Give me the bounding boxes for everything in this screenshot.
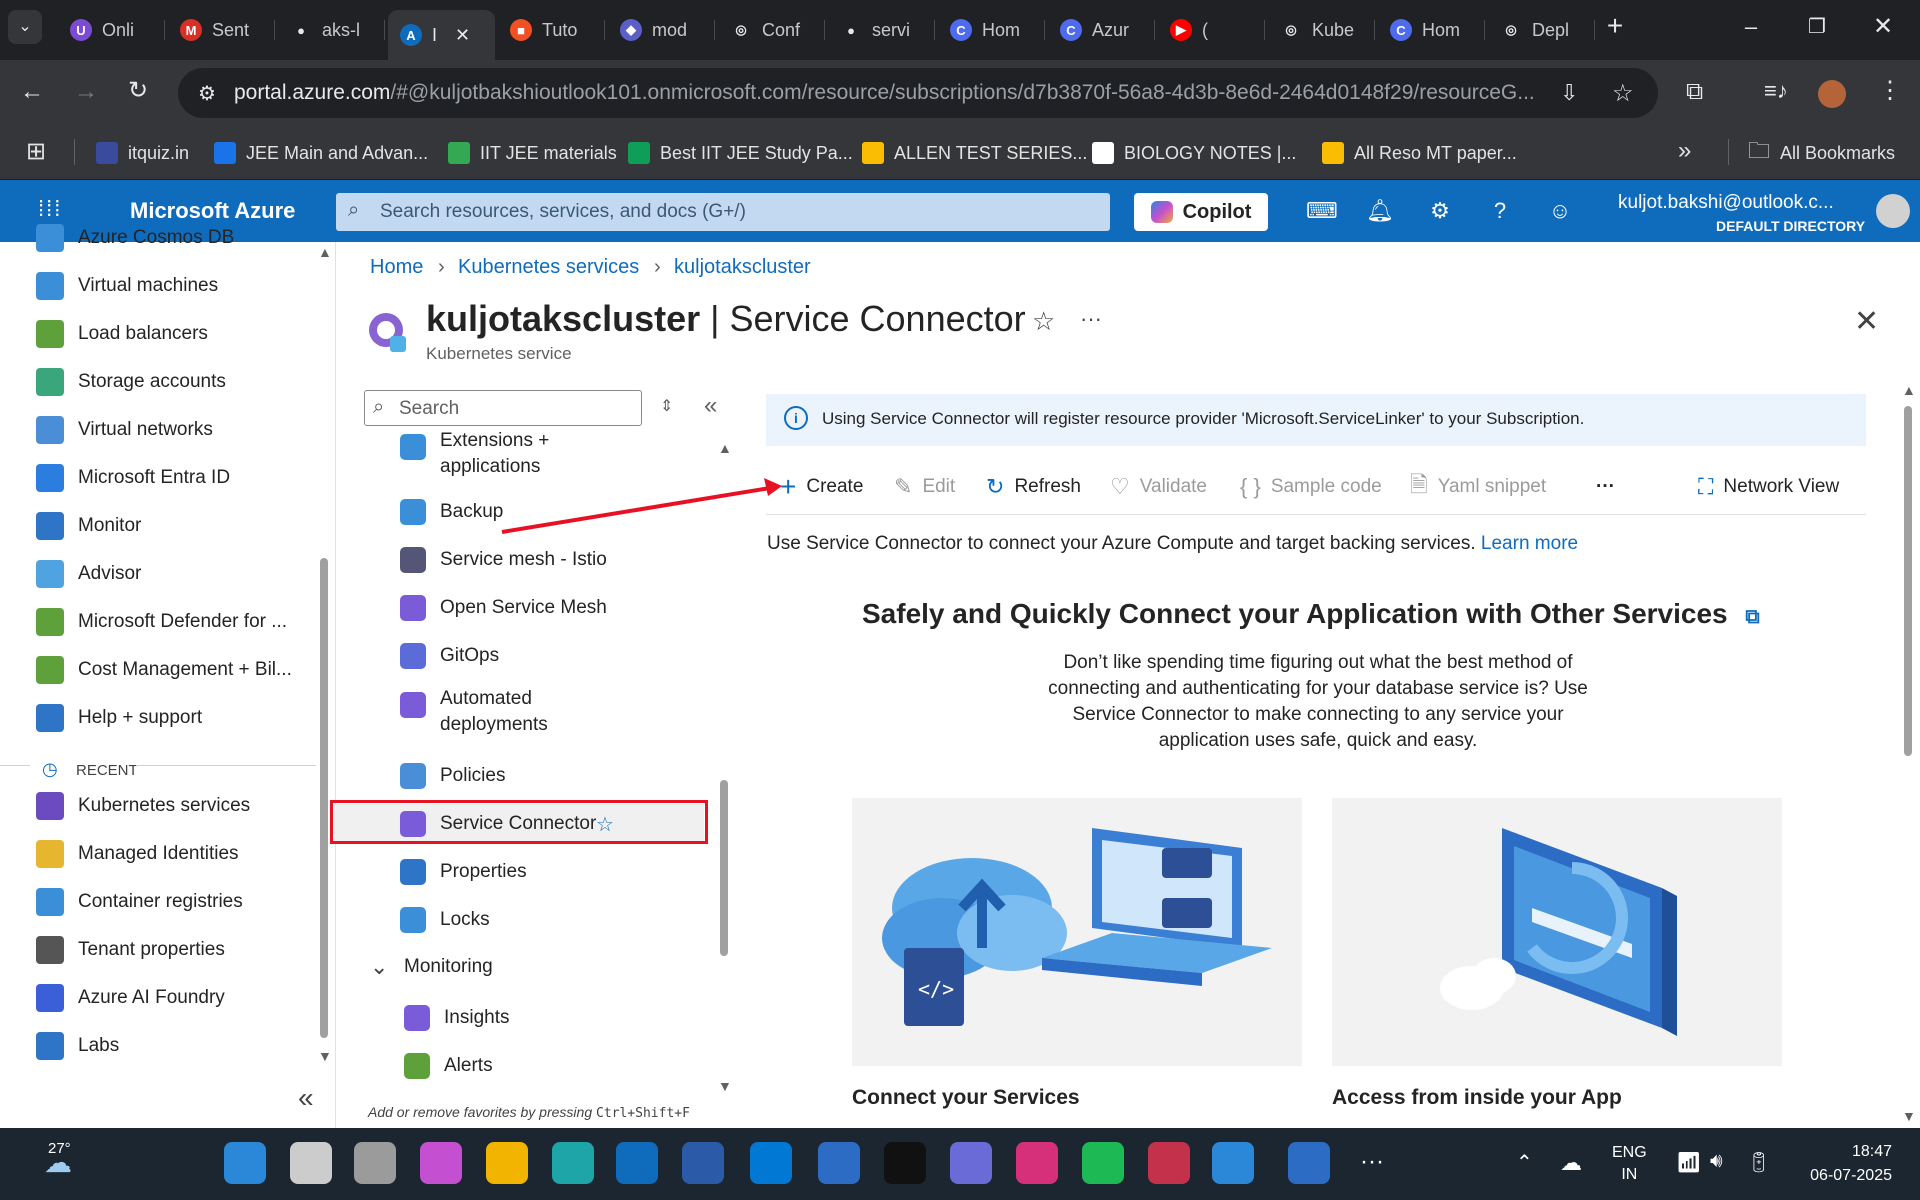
taskbar-overflow-icon[interactable]: ··· <box>1360 1148 1384 1176</box>
battery-icon[interactable]: 🔋︎ <box>1746 1150 1771 1175</box>
search-button[interactable] <box>290 1142 332 1184</box>
edge-browser-icon[interactable] <box>552 1142 594 1184</box>
spotify-icon[interactable] <box>1148 1142 1190 1184</box>
tray-chevron-icon[interactable]: ⌃ <box>1516 1150 1533 1175</box>
annotation-arrow <box>501 478 782 534</box>
system-clock[interactable]: 18:47 06-07-2025 <box>1796 1140 1892 1188</box>
region-code: IN <box>1621 1166 1638 1183</box>
onedrive-icon[interactable]: ☁ <box>1560 1150 1582 1176</box>
azure-app-icon[interactable] <box>682 1142 724 1184</box>
outlook-icon[interactable] <box>750 1142 792 1184</box>
acrobat-icon[interactable] <box>1212 1142 1254 1184</box>
wifi-icon[interactable]: 📶︎ <box>1676 1150 1701 1175</box>
task-view-button[interactable] <box>354 1142 396 1184</box>
remote-desktop-icon[interactable] <box>884 1142 926 1184</box>
file-explorer-icon[interactable] <box>486 1142 528 1184</box>
language-code: ENG <box>1612 1144 1647 1161</box>
instagram-icon[interactable] <box>1082 1142 1124 1184</box>
clock-time: 18:47 <box>1851 1143 1892 1160</box>
language-indicator[interactable]: ENG IN <box>1612 1142 1647 1186</box>
clock-date: 06-07-2025 <box>1810 1167 1892 1184</box>
copilot-app-icon[interactable] <box>420 1142 462 1184</box>
microsoft-store-icon[interactable] <box>616 1142 658 1184</box>
x-app-icon[interactable] <box>950 1142 992 1184</box>
copilot-app-icon[interactable] <box>1016 1142 1058 1184</box>
remote-desktop-icon[interactable] <box>818 1142 860 1184</box>
volume-icon[interactable]: 🔊︎ <box>1710 1150 1723 1173</box>
weather-temperature: 27° <box>48 1140 71 1157</box>
remote-desktop-icon[interactable] <box>1288 1142 1330 1184</box>
start-button[interactable] <box>224 1142 266 1184</box>
